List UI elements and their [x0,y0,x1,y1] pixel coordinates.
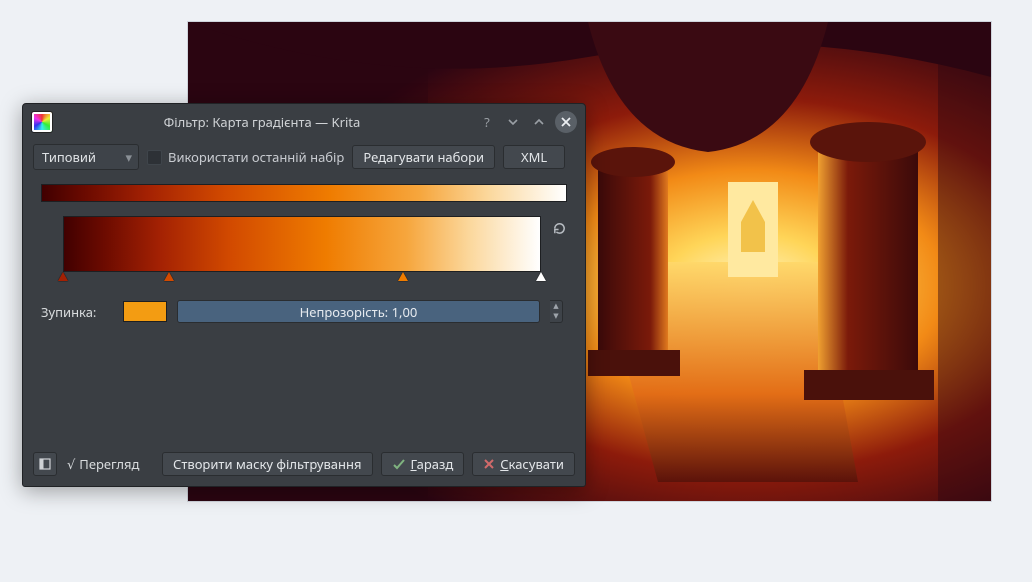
gradient-stop-marker[interactable] [58,272,68,281]
cancel-label: Скасувати [500,455,564,473]
use-last-checkbox[interactable]: Використати останній набір [147,148,344,166]
app-icon [31,111,53,133]
opacity-text: Непрозорість: 1,00 [178,301,539,322]
gradient-stop-marker[interactable] [398,272,408,281]
maximize-icon[interactable] [529,112,549,132]
ok-label: Гаразд [411,455,454,473]
sidebar-toggle-button[interactable] [33,452,57,476]
dialog-title: Фільтр: Карта градієнта — Krita [53,113,471,131]
filter-dialog: Фільтр: Карта градієнта — Krita ? Типови… [22,103,586,487]
checkbox-icon [147,150,162,165]
ok-icon [392,457,406,471]
cancel-icon [483,458,495,470]
preview-label: Перегляд [79,455,139,473]
stop-label: Зупинка: [41,303,113,321]
ok-button[interactable]: Гаразд [381,452,465,476]
preset-select[interactable]: Типовий ▾ [33,144,139,170]
edit-presets-button[interactable]: Редагувати набори [352,145,495,169]
xml-button[interactable]: XML [503,145,565,169]
chevron-down-icon: ▾ [125,148,132,166]
create-mask-label: Створити маску фільтрування [173,455,362,473]
create-mask-button[interactable]: Створити маску фільтрування [162,452,373,476]
preset-select-label: Типовий [42,148,96,166]
reload-icon[interactable] [551,218,567,238]
gradient-editor[interactable] [63,216,541,272]
help-icon[interactable]: ? [477,112,497,132]
check-icon: √ [67,455,75,473]
stop-color-swatch[interactable] [123,301,167,322]
gradient-markers[interactable] [63,272,541,286]
preview-checkbox[interactable]: √ Перегляд [67,455,139,473]
bottom-bar: √ Перегляд Створити маску фільтрування Г… [23,444,585,486]
gradient-stop-marker[interactable] [164,272,174,281]
stop-row: Зупинка: Непрозорість: 1,00 ▲▼ [41,300,567,323]
gradient-stop-marker[interactable] [536,272,546,281]
opacity-slider[interactable]: Непрозорість: 1,00 [177,300,540,323]
titlebar[interactable]: Фільтр: Карта градієнта — Krita ? [23,104,585,140]
use-last-label: Використати останній набір [168,148,344,166]
cancel-button[interactable]: Скасувати [472,452,575,476]
edit-presets-label: Редагувати набори [363,148,484,166]
xml-label: XML [521,148,547,166]
close-icon[interactable] [555,111,577,133]
filter-area: Зупинка: Непрозорість: 1,00 ▲▼ [23,178,585,323]
minimize-icon[interactable] [503,112,523,132]
opacity-spin[interactable]: ▲▼ [550,300,563,323]
gradient-preview [41,184,567,202]
preset-toolbar: Типовий ▾ Використати останній набір Ред… [23,140,585,178]
